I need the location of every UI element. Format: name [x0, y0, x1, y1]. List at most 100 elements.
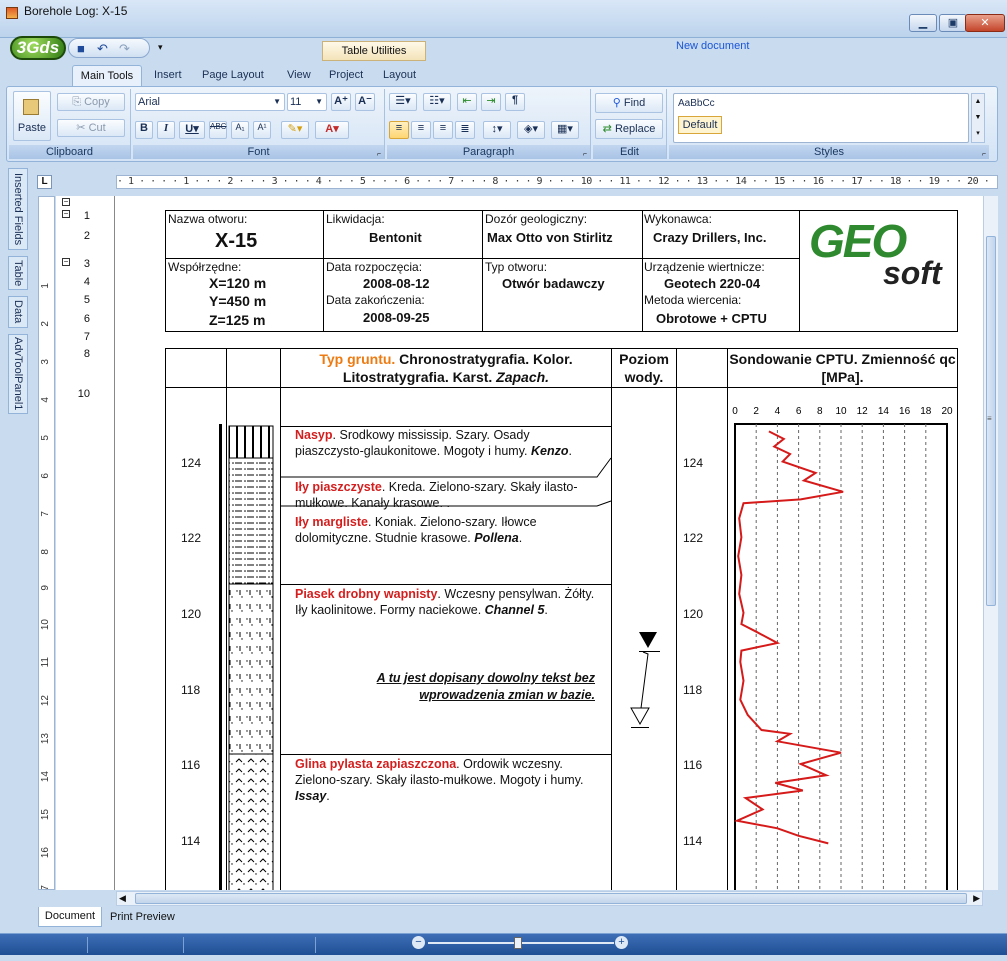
layer-end: .: [568, 444, 572, 458]
font-group: Arial ▼ 11 ▼ A⁺ A⁻ B I U▾ ABC A₁ A¹ ✎▾ A▾ …: [133, 89, 385, 159]
edit-group-label: Edit: [593, 145, 666, 159]
close-button[interactable]: ✕: [965, 14, 1005, 32]
edit-group: ⚲ Find ⇄ Replace Edit: [593, 89, 667, 159]
line-number: 1: [83, 210, 90, 222]
underline-icon[interactable]: U▾: [179, 121, 205, 139]
font-family-select[interactable]: Arial ▼: [135, 93, 285, 111]
window-title: Borehole Log: X-15: [24, 4, 128, 18]
context-tab-table-utilities[interactable]: Table Utilities: [322, 41, 426, 61]
replace-button[interactable]: ⇄ Replace: [595, 119, 663, 139]
numbering-icon[interactable]: ☷▾: [423, 93, 451, 111]
dialog-launcher-icon[interactable]: ⌐: [982, 151, 986, 158]
zoom-out-icon[interactable]: −: [412, 936, 425, 949]
side-tab-advtoolpanel[interactable]: AdvToolPanel1: [8, 334, 28, 414]
header-part: Zapach.: [496, 369, 550, 385]
scroll-right-icon[interactable]: ▶: [973, 893, 980, 904]
chevron-down-icon: ▼: [315, 97, 323, 106]
scroll-left-icon[interactable]: ◀: [119, 893, 126, 904]
tab-project[interactable]: Project: [329, 69, 363, 81]
grip-icon: ≡: [987, 414, 992, 423]
align-center-icon[interactable]: ≡: [411, 121, 431, 139]
side-tab-table[interactable]: Table: [8, 256, 28, 290]
line-spacing-icon[interactable]: ↕▾: [483, 121, 511, 139]
binoculars-icon: ⚲: [612, 97, 621, 109]
highlight-icon[interactable]: ✎▾: [281, 121, 309, 139]
tab-main-tools[interactable]: Main Tools: [72, 65, 142, 87]
collapse-icon[interactable]: −: [62, 198, 70, 206]
tab-insert[interactable]: Insert: [154, 69, 182, 81]
copy-button[interactable]: ⎘ Copy: [57, 93, 125, 111]
cut-button[interactable]: ✂ Cut: [57, 119, 125, 137]
subscript-icon[interactable]: A₁: [231, 121, 249, 139]
vertical-ruler[interactable]: 1 2 3 4 5 6 7 8 9 10 11 12 13 14 15 16 1…: [38, 196, 55, 890]
depth-label: 122: [181, 531, 202, 545]
styles-gallery[interactable]: AaBbCc Default: [673, 93, 969, 143]
layer-smell: Issay: [295, 789, 327, 803]
align-right-icon[interactable]: ≡: [433, 121, 453, 139]
font-size-select[interactable]: 11 ▼: [287, 93, 327, 111]
tab-document[interactable]: Document: [38, 907, 102, 927]
document-page[interactable]: 0 2 4 6 8 10 12 14 16 18 20 Nazwa otworu: X-15 Lik…: [114, 196, 983, 890]
line-number: 7: [83, 331, 90, 343]
align-left-icon[interactable]: ≡: [389, 121, 409, 139]
side-panel-tabs: Inserted Fields Table Data AdvToolPanel1: [6, 168, 30, 908]
redo-icon[interactable]: ↷: [119, 41, 130, 57]
font-color-icon[interactable]: A▾: [315, 121, 349, 139]
superscript-icon[interactable]: A¹: [253, 121, 271, 139]
pilcrow-icon[interactable]: ¶: [505, 93, 525, 111]
qat-dropdown-icon[interactable]: ▾: [158, 42, 163, 53]
tab-view[interactable]: View: [287, 69, 311, 81]
styles-scroll[interactable]: ▲ ▼ ▾: [971, 93, 985, 143]
grow-font-icon[interactable]: A⁺: [331, 93, 351, 111]
layer-name: Nasyp: [295, 428, 333, 442]
zoom-slider-thumb[interactable]: [514, 937, 522, 949]
line-number: 3: [83, 258, 90, 270]
dialog-launcher-icon[interactable]: ⌐: [377, 151, 381, 158]
minimize-button[interactable]: ▁: [909, 14, 937, 32]
zoom-in-icon[interactable]: +: [615, 936, 628, 949]
layer-description: Nasyp. Srodkowy mississip. Szary. Osady …: [295, 427, 595, 459]
italic-icon[interactable]: I: [157, 121, 175, 139]
depth-label: 116: [683, 758, 703, 772]
find-button[interactable]: ⚲ Find: [595, 93, 663, 113]
depth-label: 124: [683, 456, 704, 470]
horizontal-ruler[interactable]: · 1 · · · · 1 · · · 2 · · · 3 · · · 4 · …: [116, 175, 998, 189]
field-label: Typ otworu:: [485, 260, 548, 274]
decrease-indent-icon[interactable]: ⇤: [457, 93, 477, 111]
header-part: Chronostratygrafia. Kolor.: [395, 351, 573, 367]
field-label: Likwidacja:: [326, 212, 385, 226]
undo-icon[interactable]: ↶: [97, 41, 108, 57]
shading-icon[interactable]: ◈▾: [517, 121, 545, 139]
app-menu-button[interactable]: 3Gds: [10, 36, 66, 60]
clipboard-group-label: Clipboard: [9, 145, 130, 159]
tab-print-preview[interactable]: Print Preview: [110, 911, 175, 923]
tab-layout[interactable]: Layout: [383, 69, 416, 81]
save-icon[interactable]: ■: [77, 41, 85, 56]
tab-page-layout[interactable]: Page Layout: [202, 69, 264, 81]
bold-icon[interactable]: B: [135, 121, 153, 139]
horizontal-scrollbar[interactable]: ◀ ▶: [116, 891, 983, 906]
title-bar: [0, 0, 1007, 38]
cpt-tick-label: 12: [857, 406, 869, 417]
layer-description: Iły piaszczyste. Kreda. Zielono-szary. S…: [295, 479, 595, 511]
side-tab-inserted-fields[interactable]: Inserted Fields: [8, 168, 28, 250]
bullets-icon[interactable]: ☰▾: [389, 93, 417, 111]
justify-icon[interactable]: ≣: [455, 121, 475, 139]
coord-x: X=120 m: [209, 275, 267, 291]
strikethrough-icon[interactable]: ABC: [209, 121, 227, 139]
maximize-button[interactable]: ▣: [939, 14, 967, 32]
borders-icon[interactable]: ▦▾: [551, 121, 579, 139]
dialog-launcher-icon[interactable]: ⌐: [583, 151, 587, 158]
shrink-font-icon[interactable]: A⁻: [355, 93, 375, 111]
style-default[interactable]: Default: [678, 116, 722, 134]
chevron-down-icon: ▼: [273, 97, 281, 106]
layer-end: .: [326, 789, 330, 803]
vertical-scrollbar[interactable]: ≡: [983, 196, 998, 890]
likwidacja-value: Bentonit: [369, 230, 422, 245]
scroll-thumb[interactable]: [135, 893, 967, 904]
ruler-mark: 11: [40, 657, 51, 668]
tab-stop-selector[interactable]: L: [37, 175, 52, 189]
increase-indent-icon[interactable]: ⇥: [481, 93, 501, 111]
side-tab-data[interactable]: Data: [8, 296, 28, 328]
cpt-tick-label: 0: [732, 406, 738, 417]
